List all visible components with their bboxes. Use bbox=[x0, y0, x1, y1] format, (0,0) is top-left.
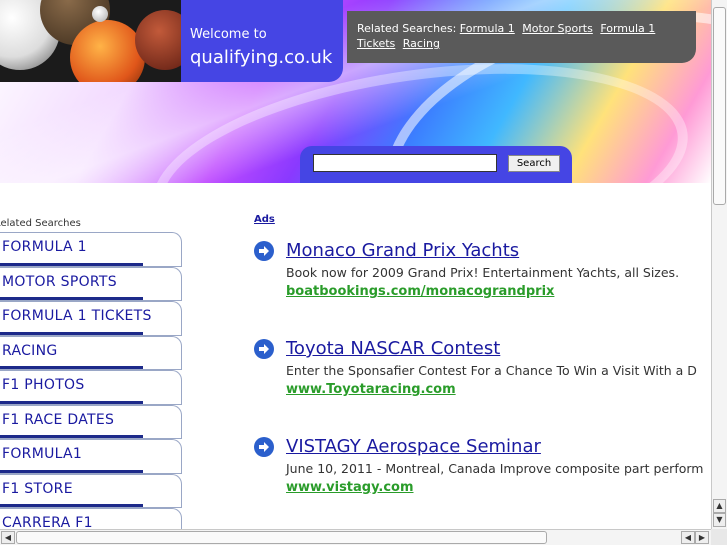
scroll-down-icon[interactable]: ▼ bbox=[713, 513, 726, 527]
scroll-left-icon[interactable]: ◀ bbox=[1, 531, 15, 544]
sidebar-item-motor-sports[interactable]: MOTOR SPORTS bbox=[0, 266, 182, 301]
search-box: Search bbox=[300, 146, 572, 183]
sidebar-item-label: CARRERA F1 bbox=[2, 515, 93, 529]
vertical-scrollbar[interactable]: ▲ ▼ bbox=[711, 0, 727, 529]
header-banner: Welcome to qualifying.co.uk Related Sear… bbox=[0, 0, 711, 313]
sidebar-item-f1-store[interactable]: F1 STORE bbox=[0, 473, 182, 508]
sidebar-item-f1-photos[interactable]: F1 PHOTOS bbox=[0, 370, 182, 405]
site-name: qualifying.co.uk bbox=[190, 47, 333, 68]
arrow-circle-icon[interactable] bbox=[254, 241, 274, 261]
related-searches-label: Related Searches: bbox=[357, 22, 457, 35]
sidebar-item-formula-1[interactable]: FORMULA 1 bbox=[0, 232, 182, 267]
arrow-circle-icon[interactable] bbox=[254, 437, 274, 457]
divider bbox=[0, 435, 143, 438]
vertical-scroll-thumb[interactable] bbox=[713, 7, 726, 205]
page-viewport: Welcome to qualifying.co.uk Related Sear… bbox=[0, 0, 711, 529]
divider bbox=[0, 504, 143, 507]
sidebar-item-label: FORMULA 1 TICKETS bbox=[2, 308, 152, 324]
golf-ball-icon bbox=[92, 6, 108, 22]
ad-title[interactable]: VISTAGY Aerospace Seminar bbox=[286, 436, 541, 457]
sidebar-item-label: MOTOR SPORTS bbox=[2, 273, 117, 290]
ad-url[interactable]: www.Toyotaracing.com bbox=[286, 382, 456, 397]
related-link-formula-1[interactable]: Formula 1 bbox=[460, 22, 515, 35]
ad-description: Book now for 2009 Grand Prix! Entertainm… bbox=[286, 265, 680, 280]
sidebar-item-f1-race-dates[interactable]: F1 RACE DATES bbox=[0, 404, 182, 439]
arrow-circle-icon[interactable] bbox=[254, 339, 274, 359]
sidebar-item-racing[interactable]: RACING bbox=[0, 335, 182, 370]
scroll-up-icon[interactable]: ▲ bbox=[713, 499, 726, 513]
sidebar-item-formula-1-tickets[interactable]: FORMULA 1 TICKETS bbox=[0, 301, 182, 336]
welcome-box: Welcome to qualifying.co.uk bbox=[181, 0, 343, 82]
sidebar-item-label: F1 PHOTOS bbox=[2, 377, 85, 393]
divider bbox=[0, 400, 143, 404]
ad-url[interactable]: boatbookings.com/monacograndprix bbox=[286, 284, 554, 299]
horizontal-scrollbar[interactable]: ◀ ◀ ▶ bbox=[0, 529, 711, 545]
horizontal-scroll-thumb[interactable] bbox=[16, 531, 547, 544]
sidebar-item-label: FORMULA1 bbox=[2, 446, 83, 462]
scroll-left-icon[interactable]: ◀ bbox=[681, 531, 695, 544]
sidebar-nav: FORMULA 1 MOTOR SPORTS FORMULA 1 TICKETS… bbox=[0, 232, 182, 529]
sidebar-item-label: FORMULA 1 bbox=[2, 239, 87, 255]
divider bbox=[0, 262, 143, 266]
divider bbox=[0, 331, 143, 335]
basketball-icon bbox=[70, 20, 145, 82]
ad-title[interactable]: Monaco Grand Prix Yachts bbox=[286, 240, 519, 261]
sidebar-title: Related Searches bbox=[0, 218, 81, 229]
divider bbox=[0, 469, 143, 473]
sidebar-item-label: F1 STORE bbox=[2, 480, 73, 497]
sidebar-item-formula1[interactable]: FORMULA1 bbox=[0, 439, 182, 474]
ad-description: June 10, 2011 - Montreal, Canada Improve… bbox=[286, 461, 704, 476]
sidebar-item-label: RACING bbox=[2, 342, 58, 359]
related-link-motor-sports[interactable]: Motor Sports bbox=[522, 22, 593, 35]
ad-title[interactable]: Toyota NASCAR Contest bbox=[286, 338, 500, 359]
search-input[interactable] bbox=[313, 154, 497, 172]
sidebar-item-label: F1 RACE DATES bbox=[2, 411, 115, 428]
welcome-text: Welcome to bbox=[190, 27, 267, 42]
search-button[interactable]: Search bbox=[508, 155, 560, 172]
sports-balls-image bbox=[0, 0, 181, 82]
divider bbox=[0, 366, 143, 369]
related-link-racing[interactable]: Racing bbox=[403, 37, 440, 50]
sidebar-item-carrera-f1[interactable]: CARRERA F1 bbox=[0, 508, 182, 529]
scroll-right-icon[interactable]: ▶ bbox=[695, 531, 709, 544]
related-searches-bar: Related Searches: Formula 1 Motor Sports… bbox=[347, 11, 696, 63]
ad-description: Enter the Sponsafier Contest For a Chanc… bbox=[286, 363, 697, 378]
divider bbox=[0, 297, 143, 300]
ads-label[interactable]: Ads bbox=[254, 214, 275, 225]
ad-url[interactable]: www.vistagy.com bbox=[286, 480, 414, 495]
scrollbar-corner bbox=[711, 529, 727, 545]
